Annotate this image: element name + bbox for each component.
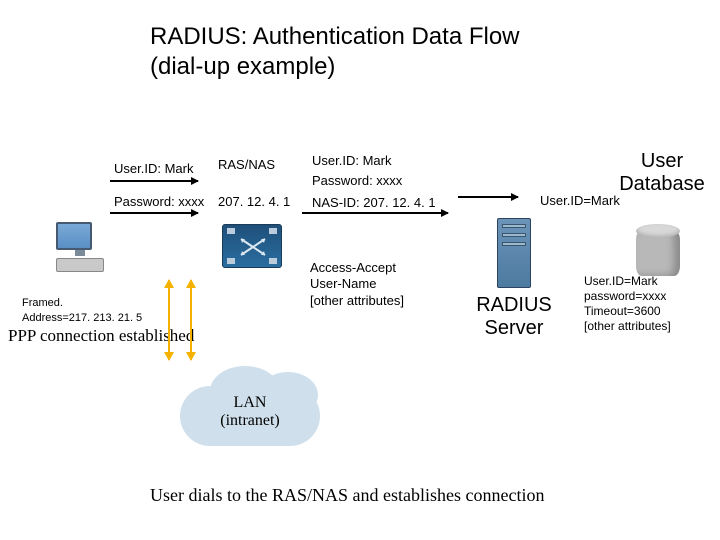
updown-arrow-2 [190, 280, 192, 360]
arrow-nasid [302, 212, 448, 214]
updown-arrow-1 [168, 280, 170, 360]
req-userid: User.ID: Mark [312, 152, 391, 170]
client-password-label: Password: xxxx [114, 193, 204, 211]
title-line-2: (dial-up example) [150, 53, 335, 80]
radius-server-label: RADIUSServer [472, 294, 556, 340]
page-title: RADIUS: Authentication Data Flow (dial-u… [150, 22, 520, 82]
ras-nas-ip: 207. 12. 4. 1 [218, 193, 290, 211]
title-line-1: RADIUS: Authentication Data Flow [150, 23, 520, 50]
lan-cloud-label: LAN(intranet) [180, 394, 320, 430]
framed-address: Framed.Address=217. 213. 21. 5 [22, 296, 142, 326]
user-database-icon [636, 224, 680, 274]
req-nasid: NAS-ID: 207. 12. 4. 1 [312, 194, 436, 212]
ras-nas-device-icon [222, 224, 282, 268]
arrow-client-credentials [110, 180, 198, 182]
req-password: Password: xxxx [312, 172, 402, 190]
client-pc-icon [56, 222, 104, 272]
db-query: User.ID=Mark [540, 192, 620, 210]
user-database-label: UserDatabase [612, 150, 712, 196]
arrow-client-credentials-2 [110, 212, 198, 214]
ppp-connection-label: PPP connection established [8, 325, 194, 348]
access-accept: Access-Accept User-Name [other attribute… [310, 260, 404, 309]
diagram-caption: User dials to the RAS/NAS and establishe… [150, 485, 544, 506]
ras-nas-label: RAS/NAS [218, 156, 275, 174]
radius-server-icon [497, 218, 531, 288]
db-result: User.ID=Mark password=xxxx Timeout=3600 … [584, 274, 671, 334]
client-userid-label: User.ID: Mark [114, 160, 193, 178]
arrow-query [458, 196, 518, 198]
